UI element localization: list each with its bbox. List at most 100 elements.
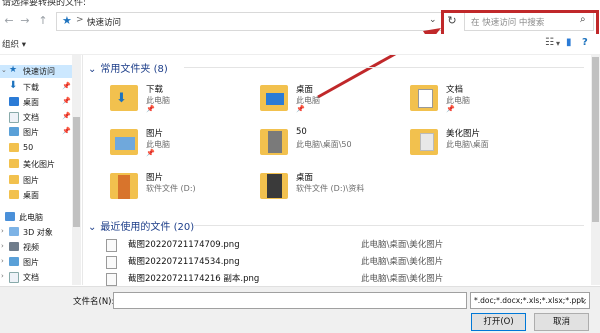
view-dropdown-icon[interactable]: ▾: [556, 39, 560, 48]
video-icon: [9, 242, 19, 251]
section-title: 常用文件夹 (8): [100, 64, 168, 75]
folder-tile-downloads[interactable]: ⬇ 下载 此电脑 📌: [110, 83, 270, 125]
folder-tile-50[interactable]: 50 此电脑\桌面\50: [260, 127, 420, 169]
pin-icon: 📌: [62, 97, 71, 105]
section-header-recent[interactable]: ⌄ 最近使用的文件 (20): [88, 218, 194, 233]
sidebar-item-beautify-pictures[interactable]: 美化图片: [0, 158, 72, 171]
scrollbar-thumb[interactable]: [592, 57, 599, 222]
list-item[interactable]: 截图20220721174534.png 此电脑\桌面\美化图片: [106, 254, 576, 269]
sidebar-item-quick-access[interactable]: ⌄ ★ 快速访问: [0, 65, 72, 78]
file-name: 截图20220721174709.png: [128, 240, 240, 250]
sidebar-item-desktop-folder[interactable]: 桌面: [0, 189, 72, 202]
folder-tile-pictures[interactable]: 图片 此电脑 📌: [110, 127, 270, 169]
thumbnail-image: [420, 133, 434, 151]
list-item[interactable]: 截图20220721174709.png 此电脑\桌面\美化图片: [106, 237, 576, 252]
section-divider: [184, 67, 584, 68]
list-item[interactable]: 截图20220721174216 副本.png 此电脑\桌面\美化图片: [106, 271, 576, 286]
organize-button[interactable]: 组织 ▾: [2, 38, 26, 50]
folder-tile-beautify-pictures[interactable]: 美化图片 此电脑\桌面: [410, 127, 570, 169]
thumbnail-image: [268, 131, 282, 153]
sidebar-item-pictures[interactable]: 图片 📌: [0, 126, 72, 139]
pin-icon: 📌: [296, 105, 305, 113]
tile-name: 美化图片: [446, 129, 481, 139]
chevron-down-icon[interactable]: ⌄: [88, 64, 96, 75]
open-button[interactable]: 打开(O): [471, 313, 526, 331]
content-scrollbar[interactable]: [591, 55, 600, 285]
sidebar-item-label: 桌面: [23, 98, 39, 107]
file-path: 此电脑\桌面\美化图片: [361, 240, 444, 250]
folder-tile-d-desktop[interactable]: 桌面 软件文件 (D:)\资料: [260, 171, 420, 213]
folder-tile-desktop[interactable]: 桌面 此电脑 📌: [260, 83, 420, 125]
pin-icon: 📌: [62, 82, 71, 90]
help-icon[interactable]: ?: [582, 37, 588, 48]
sidebar-item-label: 美化图片: [23, 160, 55, 169]
sidebar-item-pc-pictures[interactable]: › 图片: [0, 256, 72, 269]
tile-name: 图片: [146, 129, 164, 139]
tile-name: 桌面: [296, 173, 314, 183]
folder-icon: [9, 143, 19, 152]
sidebar-item-pc-documents[interactable]: › 文档: [0, 271, 72, 284]
sidebar-item-downloads[interactable]: ⬇ 下载 📌: [0, 80, 72, 94]
expand-arrow-icon[interactable]: ›: [1, 257, 4, 265]
desktop-icon: [266, 93, 284, 105]
folder-tile-d-pictures[interactable]: 图片 软件文件 (D:): [110, 171, 270, 213]
preview-pane-icon[interactable]: ▮: [566, 37, 572, 48]
sidebar-item-label: 图片: [23, 128, 39, 137]
expand-arrow-icon[interactable]: ›: [1, 242, 4, 250]
section-header-frequent[interactable]: ⌄ 常用文件夹 (8): [88, 60, 168, 75]
section-divider: [194, 225, 584, 226]
expand-arrow-icon[interactable]: ⌄: [1, 66, 7, 74]
command-toolbar: 组织 ▾ ☷ ▾ ▮ ?: [0, 34, 600, 55]
filename-input[interactable]: [113, 292, 467, 309]
scrollbar-thumb[interactable]: [73, 117, 80, 227]
pin-icon: 📌: [446, 105, 455, 113]
sidebar-item-label: 视频: [23, 243, 39, 252]
desktop-icon: [9, 97, 19, 106]
folder-icon: [9, 190, 19, 199]
sidebar-item-label: 此电脑: [19, 213, 43, 222]
download-icon: ⬇: [116, 91, 127, 106]
sidebar-item-3d-objects[interactable]: › 3D 对象: [0, 226, 72, 239]
file-name: 截图20220721174534.png: [128, 257, 240, 267]
file-name: 截图20220721174216 副本.png: [128, 274, 260, 284]
document-icon: [418, 89, 433, 108]
file-path: 此电脑\桌面\美化图片: [361, 257, 444, 267]
file-type-select[interactable]: *.doc;*.docx;*.xls;*.xlsx;*.ppt; ⌄: [470, 292, 590, 309]
pictures-icon: [9, 257, 19, 266]
expand-arrow-icon[interactable]: ›: [1, 272, 4, 280]
expand-arrow-icon[interactable]: ›: [1, 227, 4, 235]
view-icon[interactable]: ☷: [545, 37, 554, 48]
3d-icon: [9, 227, 19, 236]
computer-icon: [5, 212, 15, 221]
file-type-value: *.doc;*.docx;*.xls;*.xlsx;*.ppt;: [474, 296, 587, 305]
thumbnail-image: [118, 175, 130, 199]
chevron-down-icon[interactable]: ⌄: [88, 222, 96, 233]
tile-location: 软件文件 (D:): [146, 184, 196, 193]
sidebar-item-label: 3D 对象: [23, 228, 53, 237]
document-icon: [9, 272, 19, 283]
sidebar-item-label: 文档: [23, 273, 39, 282]
sidebar-item-label: 图片: [23, 258, 39, 267]
sidebar-scrollbar[interactable]: [72, 55, 81, 285]
sidebar-item-label: 快速访问: [23, 67, 55, 76]
chevron-down-icon[interactable]: ⌄: [580, 295, 587, 304]
main-content: ⌄ 常用文件夹 (8) ⬇ 下载 此电脑 📌 桌面 此电脑 📌 文档 此电脑 📌 …: [84, 55, 591, 286]
file-path: 此电脑\桌面\美化图片: [361, 274, 444, 284]
pictures-icon: [9, 127, 19, 136]
folder-tile-documents[interactable]: 文档 此电脑 📌: [410, 83, 570, 125]
sidebar-item-videos[interactable]: › 视频: [0, 241, 72, 254]
png-file-icon: [106, 256, 117, 269]
sidebar-item-desktop[interactable]: 桌面 📌: [0, 96, 72, 109]
tile-location: 此电脑\桌面\50: [296, 140, 352, 149]
sidebar-item-label: 下载: [23, 83, 39, 92]
pin-icon: 📌: [146, 105, 155, 113]
sidebar-item-50[interactable]: 50: [0, 142, 72, 155]
tile-location: 此电脑\桌面: [446, 140, 489, 149]
sidebar-item-documents[interactable]: 文档 📌: [0, 111, 72, 124]
pin-icon: 📌: [62, 112, 71, 120]
tile-name: 下载: [146, 85, 164, 95]
sidebar-item-pictures-folder[interactable]: 图片: [0, 174, 72, 187]
cancel-button[interactable]: 取消: [534, 313, 589, 331]
document-icon: [9, 112, 19, 123]
sidebar-item-this-pc[interactable]: 此电脑: [0, 211, 72, 224]
